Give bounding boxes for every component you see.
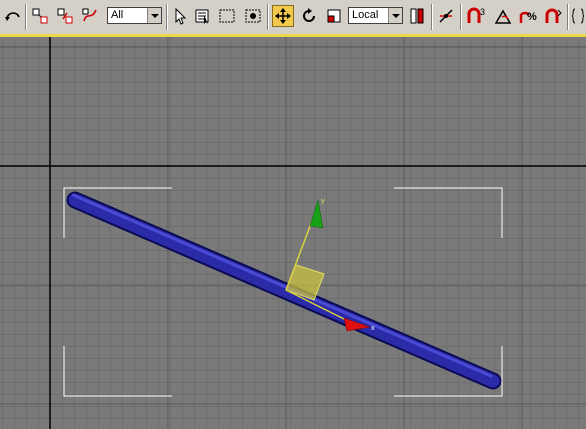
window-crossing-icon[interactable] [242, 5, 264, 27]
selection-filter-value: All [111, 9, 124, 21]
cylinder-object[interactable] [66, 191, 502, 390]
snaps-toggle-icon[interactable]: 3 [465, 5, 487, 27]
move-transform-gizmo[interactable]: y x [285, 198, 375, 332]
chevron-down-icon [388, 8, 402, 23]
reference-coordinate-system-dropdown[interactable]: Local [348, 7, 403, 24]
select-by-name-icon[interactable] [192, 5, 214, 27]
perspective-viewport[interactable]: y x [0, 37, 586, 429]
undo-icon[interactable] [2, 5, 24, 27]
x-axis-label: x [371, 325, 375, 332]
snap-dimension-label: 3 [480, 7, 485, 17]
select-and-scale-icon[interactable] [323, 5, 345, 27]
major-grid [0, 37, 586, 429]
toolbar-separator [460, 4, 462, 30]
spinner-snap-toggle-icon[interactable] [542, 5, 564, 27]
select-and-move-icon[interactable] [272, 5, 294, 27]
select-and-rotate-icon[interactable] [298, 5, 320, 27]
select-and-manipulate-icon[interactable] [435, 5, 457, 27]
bind-to-space-warp-icon[interactable] [79, 5, 101, 27]
use-pivot-point-center-icon[interactable] [406, 5, 428, 27]
coordinate-system-value: Local [352, 9, 379, 21]
percent-snap-label: % [527, 11, 537, 23]
select-object-icon[interactable] [169, 5, 191, 27]
y-axis-label: y [321, 198, 325, 205]
viewport-scene: y x [0, 37, 586, 429]
select-and-link-icon[interactable] [29, 5, 51, 27]
chevron-down-icon [147, 8, 161, 23]
percent-snap-toggle-icon[interactable]: % [517, 5, 539, 27]
toolbar-separator [567, 4, 569, 30]
main-toolbar: All Local 3 % [0, 0, 586, 35]
toolbar-separator [267, 4, 269, 30]
edit-named-selection-icon[interactable] [570, 5, 586, 27]
unlink-selection-icon[interactable] [54, 5, 76, 27]
toolbar-separator [25, 4, 27, 30]
rectangular-selection-region-icon[interactable] [216, 5, 238, 27]
toolbar-separator [431, 4, 433, 30]
angle-snap-toggle-icon[interactable] [492, 5, 514, 27]
selection-filter-dropdown[interactable]: All [107, 7, 162, 24]
toolbar-separator [166, 4, 168, 30]
